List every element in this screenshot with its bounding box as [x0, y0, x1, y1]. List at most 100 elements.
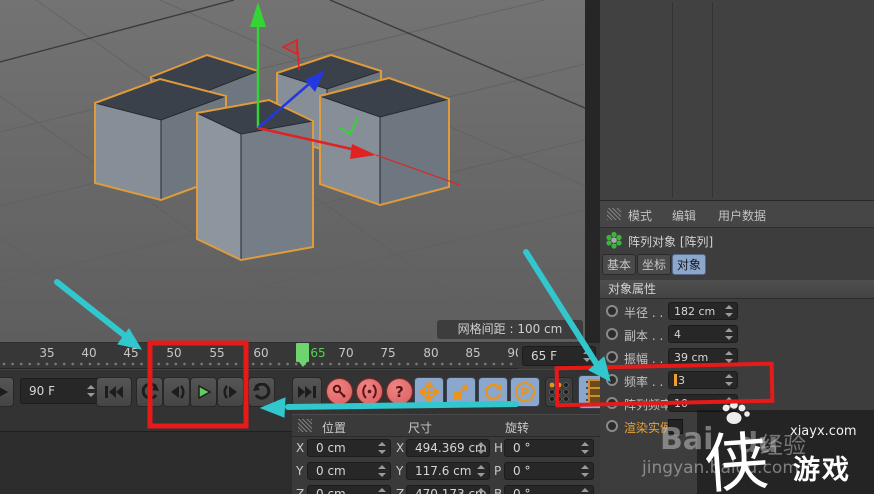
range-end-stepper[interactable] [583, 350, 592, 362]
panel-grip-icon[interactable] [607, 208, 621, 220]
record-parameter-toggle[interactable]: P [510, 377, 540, 407]
autokey-button[interactable] [356, 378, 383, 405]
keyframe-dot-icon[interactable] [606, 305, 618, 317]
keyframe-dot-icon[interactable] [606, 351, 618, 363]
rotation-header: 旋转 [505, 421, 530, 435]
current-frame-stepper[interactable] [87, 385, 96, 397]
bottom-empty-panel [0, 431, 292, 494]
attribute-menubar: 模式 编辑 用户数据 [600, 201, 874, 228]
range-end-field[interactable]: 65 F [522, 346, 596, 366]
property-row-frequency: 频率 . . . 3 [600, 370, 874, 392]
rot-axis-label: H [494, 441, 504, 455]
radius-field[interactable]: 182 cm [668, 302, 738, 320]
record-rotation-toggle[interactable] [478, 377, 508, 407]
keyframe-dot-icon[interactable] [606, 374, 618, 386]
amplitude-field[interactable]: 39 cm [668, 348, 738, 366]
size-axis-label: X [396, 441, 405, 455]
property-row-copies: 副本 . . . 4 [600, 324, 874, 346]
transport-strip-extension [0, 414, 292, 431]
column-divider [672, 2, 673, 198]
cube-right [319, 76, 450, 207]
record-key-button[interactable] [326, 378, 353, 405]
ruler-tick: 80 [423, 346, 439, 360]
goto-end-button[interactable] [292, 377, 322, 407]
property-row-array-frequency: 阵列频率 10 [600, 393, 874, 415]
ruler-tick: 85 [465, 346, 481, 360]
size-header: 尺寸 [408, 421, 433, 435]
coordinates-panel: 位置 尺寸 旋转 X 0 cm X 494.369 cm H 0 ° Y 0 c… [292, 414, 600, 494]
ruler-tick: 70 [338, 346, 354, 360]
ruler-tick: 35 [39, 346, 55, 360]
viewport-canvas [0, 0, 586, 343]
rotation-p-field[interactable]: 0 ° [504, 462, 594, 480]
array-frequency-field[interactable]: 10 [668, 394, 738, 412]
rotation-b-field[interactable]: 0 ° [504, 485, 594, 494]
next-key-button[interactable] [248, 377, 275, 407]
record-scale-toggle[interactable] [446, 377, 476, 407]
property-row-render-instances: 渲染实例 [600, 416, 874, 438]
position-y-field[interactable]: 0 cm [307, 462, 391, 480]
frequency-field[interactable]: 3 [668, 371, 738, 389]
size-y-field[interactable]: 117.6 cm [406, 462, 490, 480]
array-object-icon [606, 231, 622, 249]
goto-start-button[interactable] [96, 377, 132, 407]
help-button[interactable]: ? [386, 378, 413, 405]
tab-basic[interactable]: 基本 [602, 254, 636, 275]
cinema4d-window: 网格间距 : 100 cm 30 35 40 45 50 55 60 65 70… [0, 0, 874, 494]
ruler-tick: 75 [380, 346, 396, 360]
current-frame-field[interactable]: 90 F [20, 378, 100, 404]
ruler-tick: 90 [507, 346, 518, 360]
object-manager-empty[interactable] [600, 0, 874, 201]
menu-mode[interactable]: 模式 [628, 207, 652, 224]
menu-user-data[interactable]: 用户数据 [718, 207, 766, 224]
keyframe-dot-icon[interactable] [606, 328, 618, 340]
prev-key-button[interactable] [136, 377, 163, 407]
size-z-field[interactable]: 470.173 cm [406, 485, 490, 494]
next-frame-button[interactable] [217, 377, 244, 407]
copies-field[interactable]: 4 [668, 325, 738, 343]
column-divider [712, 2, 713, 198]
tab-object[interactable]: 对象 [672, 254, 706, 275]
range-end-zone: 65 F [518, 343, 600, 370]
ruler-tick: 50 [166, 346, 182, 360]
grid-spacing-label: 网格间距 : 100 cm [437, 320, 583, 339]
tab-coordinates[interactable]: 坐标 [637, 254, 671, 275]
position-header: 位置 [322, 421, 347, 435]
keyframe-selection-dots[interactable] [545, 377, 573, 407]
pos-axis-label: Y [296, 464, 304, 478]
rotation-h-field[interactable]: 0 ° [504, 439, 594, 457]
pos-axis-label: Z [296, 487, 305, 494]
position-x-field[interactable]: 0 cm [307, 439, 391, 457]
record-position-toggle[interactable] [414, 377, 444, 407]
keyframe-dot-icon[interactable] [606, 397, 618, 409]
position-z-field[interactable]: 0 cm [307, 485, 391, 494]
ruler-tick: 45 [123, 346, 139, 360]
text-cursor [674, 374, 677, 386]
object-title: 阵列对象 [阵列] [628, 235, 714, 249]
prev-frame-button[interactable] [163, 377, 190, 407]
menu-edit[interactable]: 编辑 [672, 207, 696, 224]
size-axis-label: Y [396, 464, 404, 478]
attribute-tabs: 基本 坐标 对象 [600, 254, 874, 278]
timeline-ruler[interactable]: 30 35 40 45 50 55 60 65 70 75 80 85 90 [0, 343, 518, 369]
size-axis-label: Z [396, 487, 405, 494]
play-button[interactable] [190, 377, 217, 407]
pos-axis-label: X [296, 441, 305, 455]
render-instances-checkbox[interactable] [668, 419, 683, 434]
keyframe-dot-icon[interactable] [606, 420, 618, 432]
timeline-playhead[interactable] [296, 343, 309, 367]
rot-axis-label: P [494, 464, 502, 478]
viewport-3d[interactable]: 网格间距 : 100 cm [0, 0, 586, 343]
attribute-manager: 模式 编辑 用户数据 阵列对象 [阵列] 基本 坐标 对象 对象属性 半径 . … [600, 0, 874, 494]
ruler-tick: 60 [253, 346, 269, 360]
ruler-tick: 40 [81, 346, 97, 360]
svg-text:P: P [521, 386, 530, 400]
playhead-frame-label: 65 [310, 346, 326, 360]
panel-grip-icon[interactable] [298, 419, 312, 432]
timeline-scrub-button[interactable] [0, 377, 14, 407]
divider [292, 436, 600, 437]
rot-axis-label: B [494, 487, 503, 494]
size-x-field[interactable]: 494.369 cm [406, 439, 490, 457]
object-properties-header[interactable]: 对象属性 [600, 280, 874, 299]
object-title-row: 阵列对象 [阵列] [600, 227, 874, 253]
